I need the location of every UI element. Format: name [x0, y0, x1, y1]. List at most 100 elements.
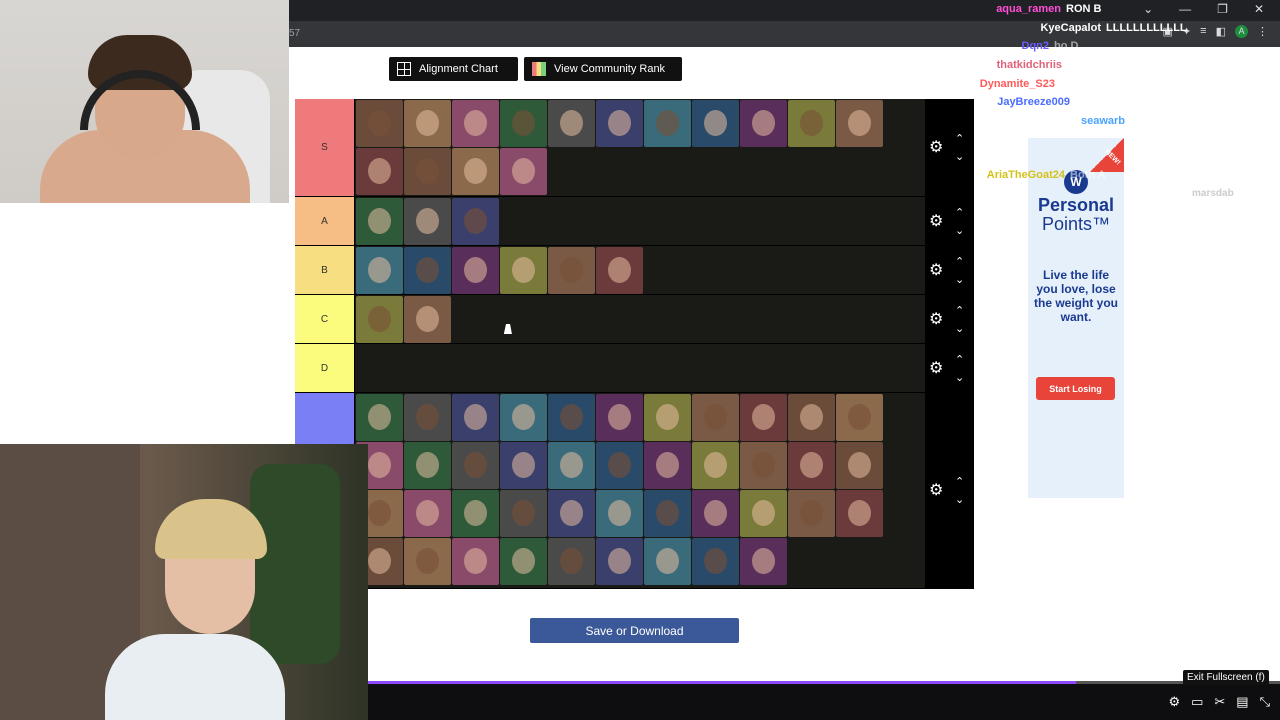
tier-label[interactable]: B [295, 246, 355, 294]
chat-username[interactable]: thatkidchriis [997, 59, 1062, 71]
streamer-tile[interactable] [788, 442, 835, 489]
tier-settings-gear-icon[interactable]: ⚙ [929, 360, 945, 377]
move-down-icon[interactable]: ⌄ [955, 320, 964, 338]
streamer-tile[interactable] [596, 394, 643, 441]
streamer-tile[interactable] [404, 490, 451, 537]
streamer-tile[interactable] [356, 296, 403, 343]
tier-settings-gear-icon[interactable]: ⚙ [929, 483, 945, 499]
move-up-icon[interactable]: ⌃ [955, 253, 964, 271]
streamer-tile[interactable] [692, 394, 739, 441]
streamer-tile[interactable] [836, 100, 883, 147]
streamer-tile[interactable] [644, 100, 691, 147]
streamer-tile[interactable] [404, 148, 451, 195]
chat-username[interactable]: aqua_ramen [996, 3, 1061, 15]
streamer-tile[interactable] [836, 490, 883, 537]
tier-label[interactable]: S [295, 99, 355, 196]
streamer-tile[interactable] [404, 198, 451, 245]
streamer-tile[interactable] [740, 394, 787, 441]
streamer-tile[interactable] [548, 100, 595, 147]
clip-icon[interactable]: ✂ [1214, 694, 1225, 710]
streamer-tile[interactable] [596, 490, 643, 537]
streamer-tile[interactable] [404, 296, 451, 343]
streamer-tile[interactable] [596, 538, 643, 585]
move-down-icon[interactable]: ⌄ [955, 369, 964, 387]
streamer-tile[interactable] [500, 442, 547, 489]
move-down-icon[interactable]: ⌄ [955, 222, 964, 240]
streamer-tile[interactable] [452, 442, 499, 489]
streamer-tile[interactable] [356, 247, 403, 294]
exit-fullscreen-icon[interactable]: ⤡ [1260, 694, 1270, 710]
streamer-tile[interactable] [644, 442, 691, 489]
streamer-tile[interactable] [452, 148, 499, 195]
streamer-tile[interactable] [356, 148, 403, 195]
streamer-tile[interactable] [404, 247, 451, 294]
tier-label[interactable]: A [295, 197, 355, 245]
chat-username[interactable]: seawarb [1081, 115, 1125, 127]
streamer-tile[interactable] [692, 490, 739, 537]
cast-icon[interactable]: ▭ [1191, 694, 1203, 710]
streamer-tile[interactable] [452, 198, 499, 245]
chat-username[interactable]: JayBreeze009 [997, 96, 1070, 108]
streamer-tile[interactable] [644, 538, 691, 585]
streamer-tile[interactable] [404, 100, 451, 147]
streamer-tile[interactable] [596, 247, 643, 294]
streamer-tile[interactable] [692, 442, 739, 489]
tier-label[interactable]: D [295, 344, 355, 392]
tier-settings-gear-icon[interactable]: ⚙ [929, 311, 945, 328]
streamer-tile[interactable] [452, 490, 499, 537]
streamer-tile[interactable] [452, 538, 499, 585]
streamer-tile[interactable] [500, 394, 547, 441]
streamer-tile[interactable] [404, 394, 451, 441]
move-down-icon[interactable]: ⌄ [955, 491, 964, 509]
streamer-tile[interactable] [692, 100, 739, 147]
save-or-download-button[interactable]: Save or Download [530, 618, 739, 643]
chat-username[interactable]: AriaTheGoat24 [987, 169, 1065, 181]
streamer-tile[interactable] [452, 100, 499, 147]
streamer-tile[interactable] [596, 100, 643, 147]
streamer-tile[interactable] [548, 394, 595, 441]
chat-username[interactable]: Dynamite_S23 [980, 78, 1055, 90]
streamer-tile[interactable] [500, 100, 547, 147]
streamer-tile[interactable] [740, 490, 787, 537]
streamer-tile[interactable] [644, 490, 691, 537]
streamer-tile[interactable] [452, 394, 499, 441]
streamer-tile[interactable] [548, 442, 595, 489]
streamer-tile[interactable] [836, 394, 883, 441]
streamer-tile[interactable] [740, 442, 787, 489]
streamer-tile[interactable] [356, 100, 403, 147]
streamer-tile[interactable] [548, 247, 595, 294]
tier-settings-gear-icon[interactable]: ⚙ [929, 262, 945, 279]
move-down-icon[interactable]: ⌄ [955, 271, 964, 289]
streamer-tile[interactable] [404, 442, 451, 489]
streamer-tile[interactable] [740, 538, 787, 585]
streamer-tile[interactable] [548, 490, 595, 537]
move-up-icon[interactable]: ⌃ [955, 302, 964, 320]
streamer-tile[interactable] [500, 490, 547, 537]
streamer-tile[interactable] [356, 198, 403, 245]
streamer-tile[interactable] [548, 538, 595, 585]
streamer-tile[interactable] [404, 538, 451, 585]
theatre-mode-icon[interactable]: ▤ [1236, 694, 1248, 710]
chat-username[interactable]: KyeCapalot [1040, 22, 1101, 34]
alignment-chart-button[interactable]: Alignment Chart [389, 57, 518, 81]
streamer-tile[interactable] [836, 442, 883, 489]
streamer-tile[interactable] [644, 394, 691, 441]
move-up-icon[interactable]: ⌃ [955, 473, 964, 491]
chat-username[interactable]: Dqn2 [1022, 40, 1050, 52]
view-community-rank-button[interactable]: View Community Rank [524, 57, 682, 81]
streamer-tile[interactable] [596, 442, 643, 489]
start-losing-button[interactable]: Start Losing [1036, 377, 1115, 400]
streamer-tile[interactable] [740, 100, 787, 147]
streamer-tile[interactable] [500, 538, 547, 585]
streamer-tile[interactable] [500, 247, 547, 294]
streamer-tile[interactable] [692, 538, 739, 585]
move-up-icon[interactable]: ⌃ [955, 351, 964, 369]
streamer-tile[interactable] [500, 148, 547, 195]
settings-gear-icon[interactable]: ⚙ [1168, 694, 1180, 710]
streamer-tile[interactable] [788, 394, 835, 441]
tier-label[interactable]: C [295, 295, 355, 343]
streamer-tile[interactable] [788, 100, 835, 147]
streamer-tile[interactable] [452, 247, 499, 294]
streamer-tile[interactable] [788, 490, 835, 537]
streamer-tile[interactable] [356, 394, 403, 441]
